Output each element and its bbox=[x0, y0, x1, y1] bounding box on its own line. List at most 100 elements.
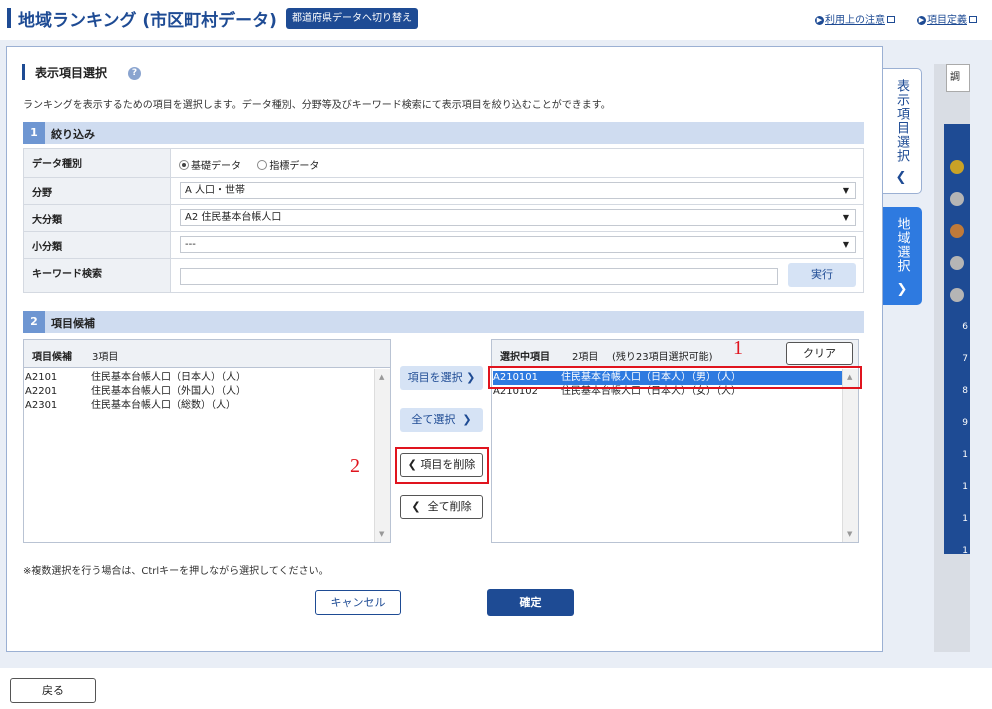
scroll-down-icon[interactable]: ▼ bbox=[379, 530, 384, 538]
help-icon[interactable]: ? bbox=[128, 67, 141, 80]
radio-index-data[interactable] bbox=[257, 160, 268, 170]
item-definition-link[interactable]: ▶ 項目定義 bbox=[917, 11, 977, 26]
tab-display-items-label: 表示項目選択 bbox=[894, 79, 909, 163]
field-select-value: A 人口・世帯 bbox=[185, 185, 246, 196]
candidate-list-header: 項目候補 3項目 bbox=[24, 340, 390, 368]
switch-to-prefecture-button[interactable]: 都道府県データへ切り替え bbox=[286, 8, 418, 29]
cancel-button[interactable]: キャンセル bbox=[315, 590, 401, 615]
ranking-panel: 調査 6 7 8 9 1 1 1 1 bbox=[934, 64, 970, 652]
candidate-list-title: 項目候補 bbox=[32, 352, 72, 363]
step2-number: 2 bbox=[23, 311, 45, 333]
section-title: 表示項目選択 bbox=[35, 66, 108, 80]
major-category-value: A2 住民基本台帳人口 bbox=[185, 212, 282, 223]
external-window-icon bbox=[969, 16, 977, 23]
usage-notes-link[interactable]: ▶ 利用上の注意 bbox=[815, 11, 895, 26]
rank-number: 7 bbox=[962, 354, 968, 364]
annotation-number-1: 1 bbox=[733, 337, 743, 359]
keyword-input[interactable] bbox=[180, 268, 778, 285]
chevron-left-icon: ❮ bbox=[411, 500, 421, 513]
bronze-medal-icon bbox=[950, 224, 964, 238]
annotation-number-2: 2 bbox=[350, 455, 360, 477]
dropdown-arrow-icon: ▼ bbox=[842, 240, 849, 249]
step1-label: 絞り込み bbox=[51, 128, 95, 141]
ranking-rows: 6 7 8 9 1 1 1 1 bbox=[944, 154, 970, 556]
rank-number: 1 bbox=[962, 514, 968, 524]
chevron-left-icon: ❮ bbox=[895, 170, 907, 185]
step2-header: 2 項目候補 bbox=[23, 311, 864, 333]
step1-number: 1 bbox=[23, 122, 45, 144]
filter-row-data-type: データ種別 基礎データ 指標データ bbox=[24, 149, 863, 178]
list-item[interactable]: A2101 住民基本台帳人口（日本人）（人） bbox=[25, 371, 246, 385]
title-accent-bar bbox=[7, 8, 11, 28]
major-category-label: 大分類 bbox=[24, 205, 171, 231]
rank-number: 8 bbox=[962, 386, 968, 396]
chevron-right-icon: ❯ bbox=[462, 413, 472, 426]
confirm-button[interactable]: 確定 bbox=[487, 589, 574, 616]
scroll-down-icon[interactable]: ▼ bbox=[847, 530, 852, 538]
multi-select-note: ※複数選択を行う場合は、Ctrlキーを押しながら選択してください。 bbox=[23, 566, 329, 577]
selected-list-title: 選択中項目 bbox=[500, 352, 550, 363]
minor-category-label: 小分類 bbox=[24, 232, 171, 258]
step1-header: 1 絞り込み bbox=[23, 122, 864, 144]
field-select[interactable]: A 人口・世帯 ▼ bbox=[180, 182, 856, 199]
major-category-select[interactable]: A2 住民基本台帳人口 ▼ bbox=[180, 209, 856, 226]
section-accent-bar bbox=[22, 64, 25, 80]
data-type-radios: 基礎データ 指標データ bbox=[179, 157, 319, 172]
rank-number: 1 bbox=[962, 546, 968, 556]
rank-badge-icon bbox=[950, 288, 964, 302]
usage-notes-label: 利用上の注意 bbox=[825, 15, 885, 26]
dropdown-arrow-icon: ▼ bbox=[842, 213, 849, 222]
back-button[interactable]: 戻る bbox=[10, 678, 96, 703]
rank-number: 1 bbox=[962, 450, 968, 460]
chevron-right-icon: ❯ bbox=[466, 371, 476, 384]
remove-item-button[interactable]: ❮ 項目を削除 bbox=[400, 453, 483, 477]
item-definition-label: 項目定義 bbox=[927, 15, 967, 26]
chevron-left-icon: ❮ bbox=[407, 458, 417, 471]
tab-region-select[interactable]: 地域選択 ❯ bbox=[882, 207, 922, 305]
remove-all-button[interactable]: ❮ 全て削除 bbox=[400, 495, 483, 519]
chevron-right-icon: ❯ bbox=[896, 282, 908, 297]
candidate-count: 3項目 bbox=[92, 352, 119, 363]
arrow-circle-icon: ▶ bbox=[815, 16, 824, 25]
rank-number: 9 bbox=[962, 418, 968, 428]
filter-row-major: 大分類 A2 住民基本台帳人口 ▼ bbox=[24, 205, 863, 232]
field-label: 分野 bbox=[24, 178, 171, 204]
keyword-run-button[interactable]: 実行 bbox=[788, 263, 856, 287]
gold-medal-icon bbox=[950, 160, 964, 174]
candidate-list: 項目候補 3項目 A2101 住民基本台帳人口（日本人）（人） A2201 住民基本… bbox=[23, 339, 391, 543]
rank-number: 1 bbox=[962, 482, 968, 492]
tab-region-select-label: 地域選択 bbox=[894, 217, 910, 273]
candidate-scrollbar[interactable]: ▲ ▼ bbox=[374, 369, 390, 542]
selected-scrollbar[interactable]: ▲ ▼ bbox=[842, 369, 858, 542]
rank-number: 6 bbox=[962, 322, 968, 332]
keyword-label: キーワード検索 bbox=[24, 259, 171, 292]
filter-row-field: 分野 A 人口・世帯 ▼ bbox=[24, 178, 863, 205]
minor-category-value: --- bbox=[185, 239, 196, 250]
step2-label: 項目候補 bbox=[51, 317, 95, 330]
list-item[interactable]: A2301 住民基本台帳人口（総数）（人） bbox=[25, 399, 236, 413]
annotation-box-1 bbox=[488, 366, 862, 389]
data-type-label: データ種別 bbox=[24, 149, 171, 177]
radio-basic-label: 基礎データ bbox=[191, 161, 241, 172]
arrow-circle-icon: ▶ bbox=[917, 16, 926, 25]
list-item[interactable]: A2201 住民基本台帳人口（外国人）（人） bbox=[25, 385, 246, 399]
minor-category-select[interactable]: --- ▼ bbox=[180, 236, 856, 253]
selected-remaining: (残り23項目選択可能) bbox=[612, 352, 713, 363]
select-item-button[interactable]: 項目を選択 ❯ bbox=[400, 366, 483, 390]
select-all-button[interactable]: 全て選択 ❯ bbox=[400, 408, 483, 432]
page-title: 地域ランキング (市区町村データ) bbox=[18, 11, 277, 31]
silver-medal-icon bbox=[950, 192, 964, 206]
ranking-column-header bbox=[944, 124, 970, 154]
scroll-up-icon[interactable]: ▲ bbox=[379, 373, 384, 381]
clear-button[interactable]: クリア bbox=[786, 342, 853, 365]
ranking-header-cell: 調査 bbox=[946, 64, 970, 92]
filter-table: データ種別 基礎データ 指標データ 分野 A 人口・世帯 ▼ 大分類 A2 住民基… bbox=[23, 148, 864, 293]
filter-row-keyword: キーワード検索 実行 bbox=[24, 259, 863, 292]
dropdown-arrow-icon: ▼ bbox=[842, 186, 849, 195]
radio-basic-data[interactable] bbox=[179, 160, 189, 170]
rank-badge-icon bbox=[950, 256, 964, 270]
tab-display-items[interactable]: 表示項目選択 ❮ bbox=[882, 68, 922, 194]
radio-index-label: 指標データ bbox=[269, 161, 320, 172]
external-window-icon bbox=[887, 16, 895, 23]
filter-row-minor: 小分類 --- ▼ bbox=[24, 232, 863, 259]
